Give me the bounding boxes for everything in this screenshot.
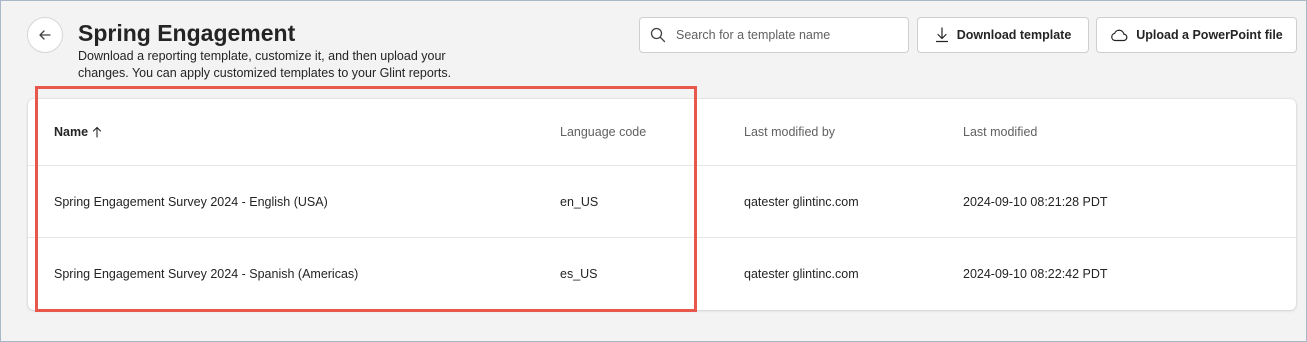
column-header-modified[interactable]: Last modified (963, 99, 1037, 165)
upload-powerpoint-button[interactable]: Upload a PowerPoint file (1096, 17, 1297, 53)
upload-powerpoint-label: Upload a PowerPoint file (1136, 28, 1283, 42)
search-input[interactable] (674, 27, 898, 43)
download-icon (935, 27, 949, 43)
arrow-left-icon (38, 28, 52, 42)
column-header-language[interactable]: Language code (560, 99, 646, 165)
language-code-cell: es_US (560, 267, 598, 281)
modified-date-cell: 2024-09-10 08:22:42 PDT (963, 267, 1108, 281)
arrow-up-icon (92, 126, 102, 138)
page-subtitle: Download a reporting template, customize… (78, 49, 452, 80)
back-button[interactable] (27, 17, 63, 53)
download-template-button[interactable]: Download template (917, 17, 1089, 53)
table-header-row: Name Language code Last modified by Last… (28, 99, 1296, 166)
template-name-cell[interactable]: Spring Engagement Survey 2024 - Spanish … (54, 238, 358, 310)
templates-table: Name Language code Last modified by Last… (28, 99, 1296, 310)
column-header-name[interactable]: Name (54, 99, 102, 165)
modified-by-cell: qatester glintinc.com (744, 267, 859, 281)
table-row[interactable]: Spring Engagement Survey 2024 - Spanish … (28, 238, 1296, 310)
template-name-cell[interactable]: Spring Engagement Survey 2024 - English … (54, 166, 328, 237)
page-title: Spring Engagement (78, 20, 296, 46)
modified-date-cell: 2024-09-10 08:21:28 PDT (963, 194, 1108, 209)
app-frame: Spring Engagement Download a reporting t… (0, 0, 1307, 342)
search-icon (650, 27, 666, 43)
table-row[interactable]: Spring Engagement Survey 2024 - English … (28, 166, 1296, 238)
language-code-cell: en_US (560, 194, 599, 209)
download-template-label: Download template (956, 28, 1072, 42)
cloud-upload-icon (1110, 28, 1128, 42)
search-box[interactable] (639, 17, 909, 53)
column-header-modified-by[interactable]: Last modified by (744, 99, 835, 165)
column-header-name-label: Name (54, 125, 89, 139)
modified-by-cell: qatester glintinc.com (744, 194, 859, 209)
